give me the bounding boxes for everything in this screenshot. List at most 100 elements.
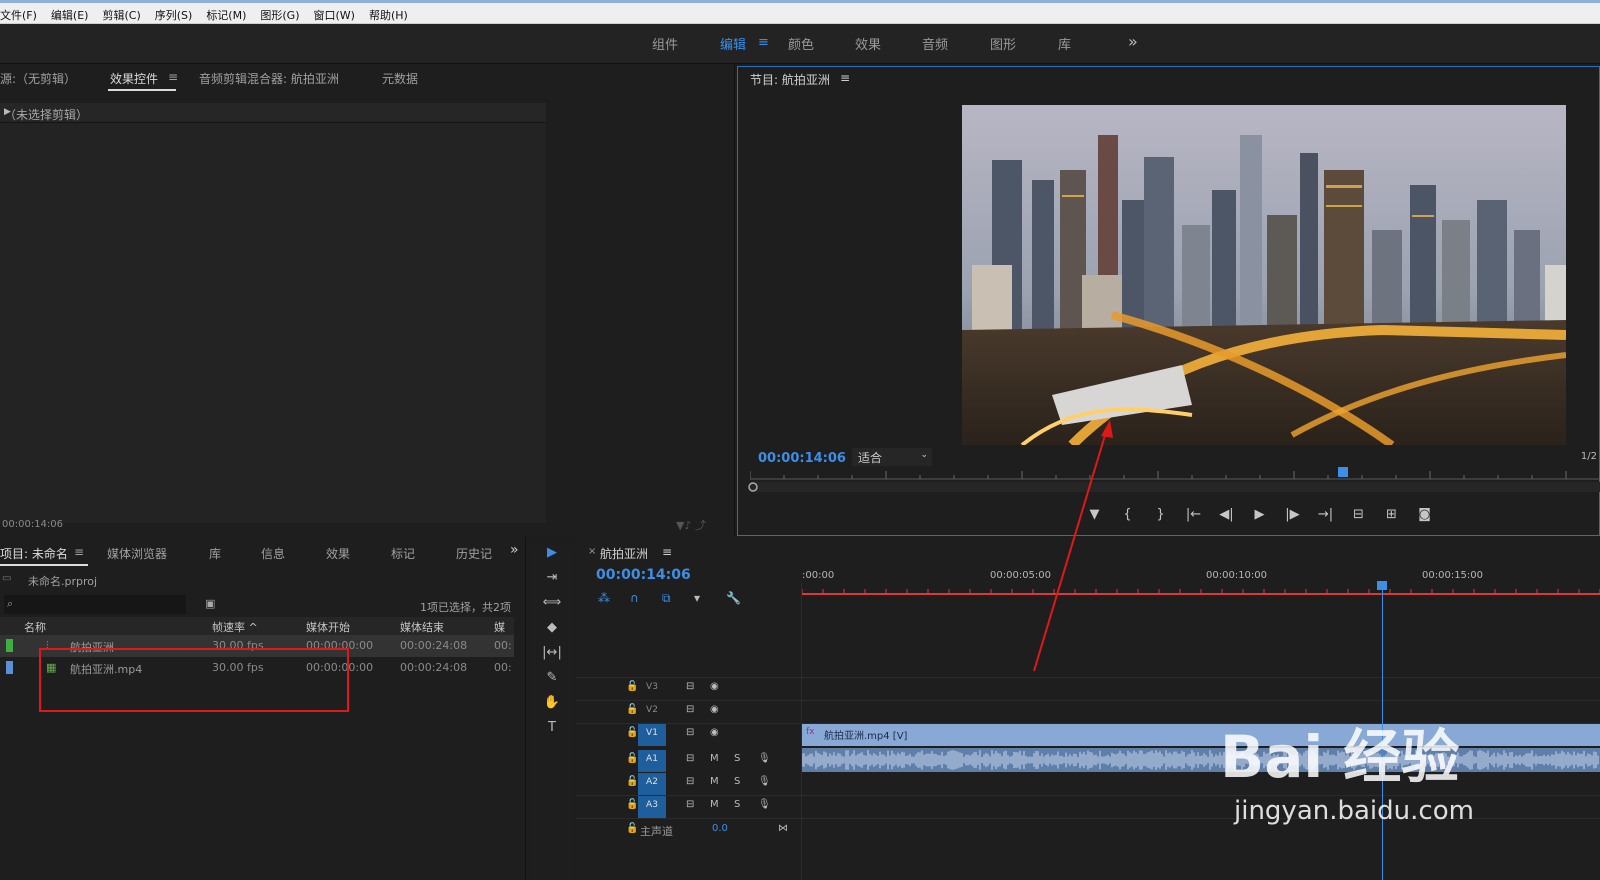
workspace-more-icon[interactable]: » [1128,32,1138,51]
lock-icon[interactable]: 🔓 [626,681,638,692]
go-to-out-button[interactable]: →| [1309,507,1342,522]
mic-icon[interactable]: 🎙 [758,776,771,787]
filter-icon[interactable]: ▼♪ ⤴ [676,517,706,533]
col-frame-rate[interactable]: 帧速率 ^ [212,619,258,635]
hand-tool-icon[interactable]: ✋ [530,695,574,720]
eye-icon[interactable]: ◉ [710,681,719,692]
sync-lock-icon[interactable]: ⊟ [686,799,694,810]
menu-file[interactable]: 文件(F) [0,7,37,23]
expand-arrow-icon[interactable]: ▶ [4,107,538,117]
tab-metadata[interactable]: 元数据 [382,70,418,87]
selection-tool-icon[interactable]: ▶ [530,545,574,570]
workspace-libraries[interactable]: 库 [1058,34,1071,53]
col-media-end[interactable]: 媒体结束 [400,619,444,635]
tab-effects[interactable]: 效果 [326,545,350,562]
program-ruler[interactable] [750,469,1600,483]
lock-icon[interactable]: 🔓 [626,823,638,834]
wrench-icon[interactable]: 🔧 [726,591,758,606]
sync-lock-icon[interactable]: ⊟ [686,681,694,692]
label-color-swatch[interactable] [6,639,13,652]
panel-menu-icon[interactable]: ≡ [662,545,672,559]
snap-icon[interactable]: ∩ [630,591,662,606]
mic-icon[interactable]: 🎙 [758,799,771,810]
master-volume[interactable]: 0.0 [712,823,728,834]
tab-media-browser[interactable]: 媒体浏览器 [107,545,167,562]
panel-menu-icon[interactable]: ≡ [168,70,178,84]
menu-sequence[interactable]: 序列(S) [155,7,193,23]
go-to-end-icon[interactable]: ⋈ [778,823,788,834]
mic-icon[interactable]: 🎙 [758,753,771,764]
step-forward-button[interactable]: |▶ [1276,507,1309,522]
tab-audio-mixer[interactable]: 音频剪辑混合器: 航拍亚洲 [199,70,339,87]
pen-tool-icon[interactable]: ✎ [530,670,574,695]
eye-icon[interactable]: ◉ [710,727,719,738]
workspace-assembly[interactable]: 组件 [652,34,678,53]
mute-button[interactable]: M [710,799,719,810]
fit-zoom-select[interactable]: 适合 ⌄ [852,448,932,466]
track-target-a3[interactable]: A3 [638,796,666,818]
sequence-tab[interactable]: 航拍亚洲 [600,545,648,562]
menu-window[interactable]: 窗口(W) [314,7,355,23]
playback-resolution[interactable]: 1/2 [1581,451,1597,462]
more-tabs-icon[interactable]: » [510,542,519,558]
solo-button[interactable]: S [734,753,740,764]
lock-icon[interactable]: 🔓 [626,727,638,738]
tab-project[interactable]: 项目: 未命名 [0,545,68,562]
program-scrubber[interactable] [748,482,1600,492]
timeline-playhead[interactable] [1377,581,1387,590]
linked-selection-icon[interactable]: ⧉ [662,591,694,606]
col-name[interactable]: 名称 [24,619,46,635]
tab-info[interactable]: 信息 [261,545,285,562]
label-color-swatch[interactable] [6,661,13,674]
mark-in-button[interactable]: { [1111,507,1144,522]
export-frame-button[interactable]: ◙ [1408,507,1441,522]
timeline-timecode[interactable]: 00:00:14:06 [596,567,691,583]
track-target-v2[interactable]: V2 [638,701,666,723]
track-target-v3[interactable]: V3 [638,678,666,700]
add-marker-button[interactable]: ▼ [1078,507,1111,522]
nest-icon[interactable]: ⁂ [598,591,630,606]
workspace-menu-icon[interactable]: ≡ [758,35,769,50]
sync-lock-icon[interactable]: ⊟ [686,776,694,787]
lock-icon[interactable]: 🔓 [626,704,638,715]
panel-menu-icon[interactable]: ≡ [74,545,84,559]
add-marker-icon[interactable]: ▾ [694,591,726,606]
col-media-start[interactable]: 媒体开始 [306,619,350,635]
menu-edit[interactable]: 编辑(E) [51,7,89,23]
tab-effect-controls[interactable]: 效果控件 [110,70,158,87]
menu-help[interactable]: 帮助(H) [369,7,408,23]
solo-button[interactable]: S [734,776,740,787]
lock-icon[interactable]: 🔓 [626,776,638,787]
extract-button[interactable]: ⊞ [1375,507,1408,522]
lock-icon[interactable]: 🔓 [626,799,638,810]
lock-icon[interactable]: 🔓 [626,753,638,764]
sync-lock-icon[interactable]: ⊟ [686,753,694,764]
lift-button[interactable]: ⊟ [1342,507,1375,522]
sync-lock-icon[interactable]: ⊟ [686,704,694,715]
sync-lock-icon[interactable]: ⊟ [686,727,694,738]
tab-source[interactable]: 源:（无剪辑） [0,70,76,87]
mark-out-button[interactable]: } [1144,507,1177,522]
workspace-audio[interactable]: 音频 [922,34,948,53]
tab-markers[interactable]: 标记 [391,545,415,562]
type-tool-icon[interactable]: T [530,720,574,745]
mute-button[interactable]: M [710,776,719,787]
workspace-editing[interactable]: 编辑 [720,34,746,53]
razor-tool-icon[interactable]: ◆ [530,620,574,645]
new-bin-icon[interactable]: ▣ [205,597,215,610]
eye-icon[interactable]: ◉ [710,704,719,715]
menu-markers[interactable]: 标记(M) [206,7,246,23]
workspace-color[interactable]: 颜色 [788,34,814,53]
menu-graphics[interactable]: 图形(G) [260,7,299,23]
tab-history[interactable]: 历史记 [456,545,492,562]
track-target-a2[interactable]: A2 [638,773,666,795]
slip-tool-icon[interactable]: |↔| [530,645,574,670]
track-target-a1[interactable]: A1 [638,750,666,772]
ripple-edit-tool-icon[interactable]: ⟺ [530,595,574,620]
track-target-v1[interactable]: V1 [638,724,666,746]
program-timecode[interactable]: 00:00:14:06 [758,451,846,466]
workspace-effects[interactable]: 效果 [855,34,881,53]
track-select-tool-icon[interactable]: ⇥ [530,570,574,595]
panel-menu-icon[interactable]: ≡ [840,71,850,85]
close-sequence-icon[interactable]: × [588,546,596,557]
